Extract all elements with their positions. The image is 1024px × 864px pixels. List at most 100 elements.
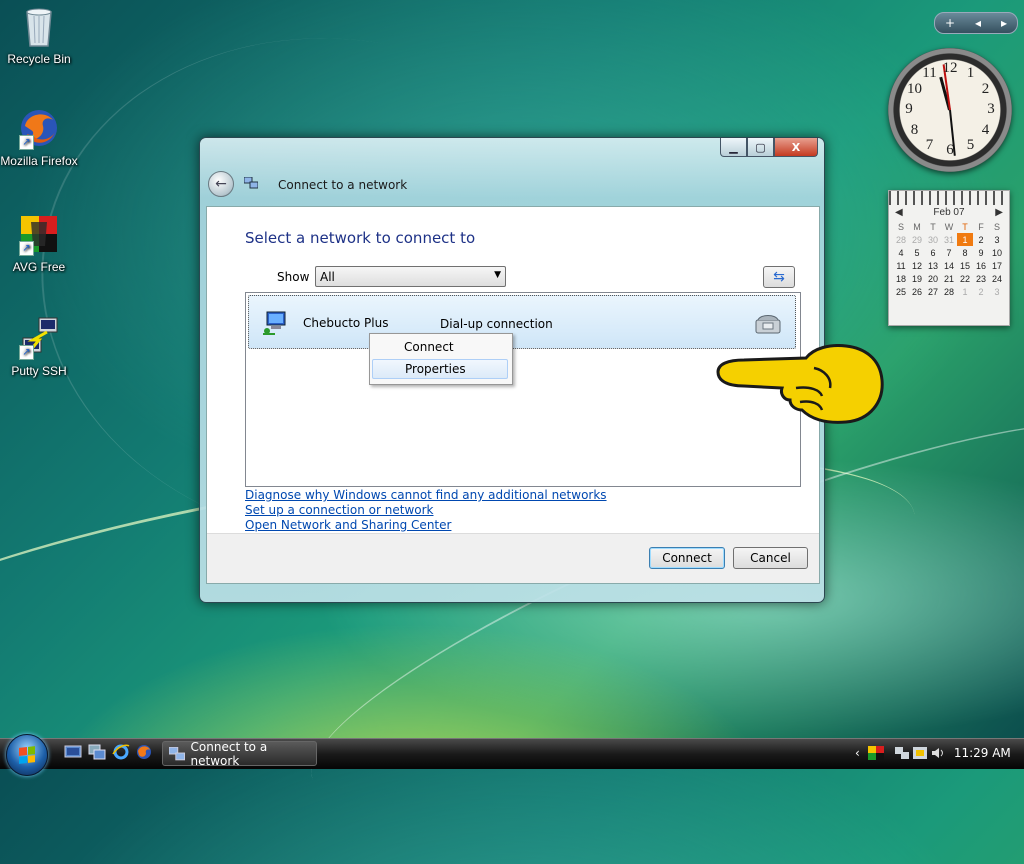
desktop-icon-putty[interactable]: ↗ Putty SSH (0, 316, 78, 378)
cancel-button[interactable]: Cancel (733, 547, 808, 569)
page-heading: Select a network to connect to (245, 229, 476, 247)
calendar-day[interactable]: 12 (909, 259, 925, 272)
calendar-day[interactable]: 15 (957, 259, 973, 272)
calendar-day[interactable]: 28 (893, 233, 909, 246)
connect-button[interactable]: Connect (649, 547, 725, 569)
shortcut-arrow-icon: ↗ (19, 241, 34, 256)
calendar-day[interactable]: 1 (957, 233, 973, 246)
clock-numeral: 5 (966, 136, 975, 153)
network-task-icon (169, 746, 185, 760)
calendar-day[interactable]: 29 (909, 233, 925, 246)
calendar-day[interactable]: 17 (989, 259, 1005, 272)
context-menu: Connect Properties (369, 333, 513, 385)
firefox-quicklaunch-icon[interactable] (135, 744, 153, 760)
sharing-center-link[interactable]: Open Network and Sharing Center (245, 518, 607, 533)
calendar-day[interactable]: 31 (941, 233, 957, 246)
refresh-icon: ⇆ (773, 269, 785, 285)
network-type: Dial-up connection (440, 317, 553, 331)
add-gadget-icon[interactable]: + (945, 16, 955, 30)
calendar-day[interactable]: 3 (989, 233, 1005, 246)
firefox-icon: ↗ (17, 106, 61, 150)
calendar-day[interactable]: 30 (925, 233, 941, 246)
calendar-next-icon[interactable]: ▶ (995, 207, 1003, 218)
diagnose-link[interactable]: Diagnose why Windows cannot find any add… (245, 488, 607, 503)
shortcut-arrow-icon: ↗ (19, 345, 34, 360)
calendar-day[interactable]: 18 (893, 272, 909, 285)
calendar-day[interactable]: 9 (973, 246, 989, 259)
desktop-icon-label: Recycle Bin (7, 52, 71, 66)
show-label: Show (277, 270, 310, 284)
calendar-day[interactable]: 26 (909, 285, 925, 298)
calendar-day[interactable]: 3 (989, 285, 1005, 298)
calendar-day[interactable]: 21 (941, 272, 957, 285)
show-filter-dropdown[interactable]: All ▼ (315, 266, 506, 287)
network-row[interactable]: Chebucto Plus Dial-up connection (248, 295, 796, 349)
calendar-day[interactable]: 27 (925, 285, 941, 298)
back-button[interactable]: ← (208, 171, 234, 197)
calendar-weekday: W (944, 221, 954, 232)
context-menu-connect[interactable]: Connect (372, 337, 508, 357)
start-button[interactable] (6, 734, 48, 776)
minimize-button[interactable]: ▁ (720, 138, 747, 157)
network-title-icon (243, 176, 259, 189)
calendar-day[interactable]: 13 (925, 259, 941, 272)
calendar-day[interactable]: 8 (957, 246, 973, 259)
calendar-weekday: S (897, 221, 904, 232)
calendar-day[interactable]: 7 (941, 246, 957, 259)
calendar-gadget[interactable]: ◀ Feb 07 ▶ S M T W T F S 28 29 30 31 1 2 3 4 5 6 7 8 9 10 11 1… (888, 190, 1010, 326)
clock-numeral: 2 (981, 80, 990, 97)
context-menu-properties[interactable]: Properties (372, 359, 508, 379)
security-tray-icon[interactable] (912, 746, 928, 760)
calendar-day[interactable]: 14 (941, 259, 957, 272)
calendar-day[interactable]: 2 (973, 285, 989, 298)
close-button[interactable]: X (774, 138, 818, 157)
calendar-prev-icon[interactable]: ◀ (895, 207, 903, 218)
desktop-icon-avg-free[interactable]: ↗ AVG Free (0, 212, 78, 274)
calendar-day[interactable]: 10 (989, 246, 1005, 259)
calendar-weekday: S (993, 221, 1000, 232)
calendar-day[interactable]: 23 (973, 272, 989, 285)
pointing-hand-icon (716, 344, 884, 424)
next-gadget-icon[interactable]: ▸ (1001, 16, 1007, 30)
calendar-day[interactable]: 19 (909, 272, 925, 285)
desktop-icon-recycle-bin[interactable]: Recycle Bin (0, 4, 78, 66)
desktop-icon-label: AVG Free (12, 260, 66, 274)
window-title: Connect to a network (278, 178, 408, 192)
volume-icon[interactable] (930, 746, 946, 760)
internet-explorer-icon[interactable] (112, 744, 130, 760)
calendar-day[interactable]: 20 (925, 272, 941, 285)
calendar-day[interactable]: 11 (893, 259, 909, 272)
calendar-day[interactable]: 28 (941, 285, 957, 298)
setup-connection-link[interactable]: Set up a connection or network (245, 503, 607, 518)
calendar-weekday: T (962, 221, 968, 232)
avg-tray-icon[interactable] (867, 746, 884, 760)
calendar-day[interactable]: 16 (973, 259, 989, 272)
clock-numeral: 8 (910, 121, 919, 138)
tray-clock[interactable]: 11:29 AM (954, 746, 1011, 760)
network-tray-icon[interactable] (894, 746, 910, 760)
windows-logo-icon (19, 746, 35, 764)
calendar-day[interactable]: 22 (957, 272, 973, 285)
clock-numeral: 9 (905, 101, 913, 117)
maximize-button[interactable]: ▢ (747, 138, 774, 157)
previous-gadget-icon[interactable]: ◂ (975, 16, 981, 30)
calendar-day[interactable]: 24 (989, 272, 1005, 285)
calendar-day[interactable]: 4 (893, 246, 909, 259)
network-connection-icon (261, 310, 291, 336)
calendar-day[interactable]: 25 (893, 285, 909, 298)
calendar-day[interactable]: 6 (925, 246, 941, 259)
taskbar-button-label: Connect to a network (190, 739, 268, 768)
calendar-day[interactable]: 2 (973, 233, 989, 246)
switch-windows-icon[interactable] (88, 744, 106, 760)
calendar-grid: S M T W T F S 28 29 30 31 1 2 3 4 5 6 7 8 9 10 11 12 13 14 15 16 17… (893, 220, 1005, 298)
tray-expand-icon[interactable]: ‹ (855, 746, 860, 760)
system-tray: ‹ 11:29 AM (855, 740, 1011, 766)
calendar-day[interactable]: 1 (957, 285, 973, 298)
clock-gadget[interactable]: 12 1 2 3 4 5 6 7 8 9 10 11 (888, 48, 1012, 172)
clock-numeral: 6 (946, 142, 954, 158)
desktop-icon-firefox[interactable]: ↗ Mozilla Firefox (0, 106, 78, 168)
show-desktop-icon[interactable] (64, 744, 82, 760)
calendar-day[interactable]: 5 (909, 246, 925, 259)
taskbar-button-connect-network[interactable]: Connect to a network (162, 739, 317, 768)
refresh-button[interactable]: ⇆ (763, 266, 795, 288)
